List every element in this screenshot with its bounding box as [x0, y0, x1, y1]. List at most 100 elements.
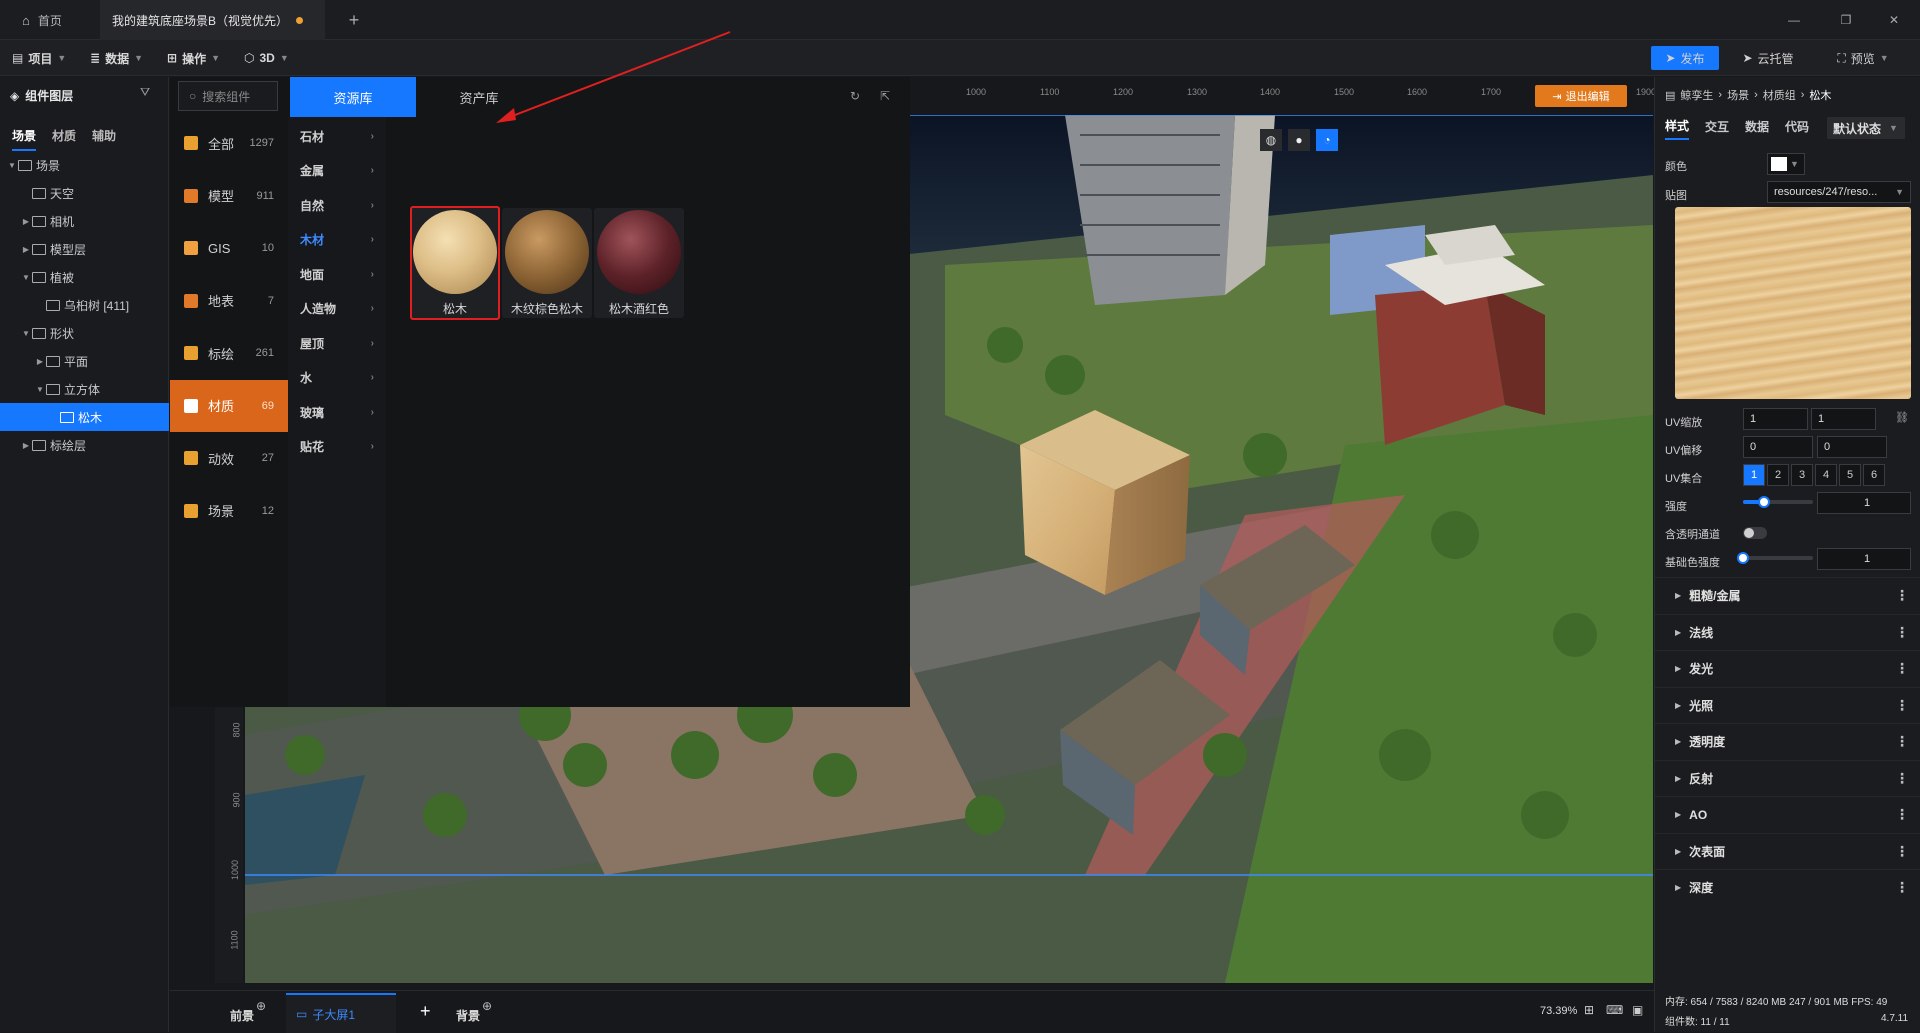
strength-slider-handle[interactable]	[1758, 496, 1770, 508]
screen-tab[interactable]: ▭ 子大屏1	[286, 993, 396, 1033]
publish-button[interactable]: ➤ 发布	[1651, 46, 1719, 70]
tab-data[interactable]: 数据	[1745, 118, 1769, 139]
layer-tree-item[interactable]: ▼ 立方体	[0, 375, 169, 403]
layer-tab-assist[interactable]: 辅助	[92, 127, 116, 144]
expand-arrow-icon[interactable]: ▶	[34, 357, 46, 366]
expand-arrow-icon[interactable]: ▶	[20, 441, 32, 450]
material-card[interactable]: 松木酒红色	[594, 208, 684, 318]
base-strength-slider[interactable]	[1737, 552, 1813, 564]
more-icon[interactable]: ⋮	[1895, 843, 1909, 860]
layer-tree-item[interactable]: 天空	[0, 179, 169, 207]
base-strength-input[interactable]: 1	[1817, 548, 1911, 570]
tab-code[interactable]: 代码	[1785, 118, 1809, 139]
breadcrumb-item[interactable]: 材质组	[1763, 87, 1796, 103]
subcategory-item[interactable]: 贴花 ›	[288, 430, 386, 464]
uv-scale-x-input[interactable]: 1	[1743, 408, 1808, 430]
more-icon[interactable]: ⋮	[1895, 587, 1909, 604]
terminal-icon[interactable]: ▣	[1632, 1003, 1643, 1017]
tab-home[interactable]: ⌂ 首页	[10, 0, 85, 40]
layer-tree-item[interactable]: ▶ 相机	[0, 207, 169, 235]
more-icon[interactable]: ⋮	[1895, 879, 1909, 896]
uv-set-button[interactable]: 6	[1863, 464, 1885, 486]
property-section[interactable]: ▶ AO ⋮	[1655, 796, 1920, 832]
exit-edit-button[interactable]: ⇥ 退出编辑	[1535, 85, 1627, 107]
property-section[interactable]: ▶ 深度 ⋮	[1655, 869, 1920, 905]
uv-scale-y-input[interactable]: 1	[1811, 408, 1876, 430]
fit-icon[interactable]: ⊞	[1584, 1003, 1594, 1017]
texture-select[interactable]: resources/247/reso... ▼	[1767, 181, 1911, 203]
property-section[interactable]: ▶ 光照 ⋮	[1655, 686, 1920, 723]
property-section[interactable]: ▶ 透明度 ⋮	[1655, 723, 1920, 759]
expand-arrow-icon[interactable]: ▼	[20, 273, 32, 282]
background-label[interactable]: 背景	[456, 1007, 480, 1024]
strength-input[interactable]: 1	[1817, 492, 1911, 514]
add-screen-icon[interactable]: +	[420, 1001, 431, 1022]
menu-data[interactable]: ≣ 数据 ▼	[90, 40, 143, 76]
sphere-icon[interactable]: ●	[1288, 129, 1310, 151]
layer-tree-item[interactable]: 乌桕树 [411]	[0, 291, 169, 319]
filter-icon[interactable]: ⛛	[140, 85, 150, 100]
menu-3d[interactable]: ⬡ 3D ▼	[244, 40, 289, 76]
layer-tree-item[interactable]: ▼ 植被	[0, 263, 169, 291]
more-icon[interactable]: ⋮	[1895, 624, 1909, 641]
layer-tree-item[interactable]: ▶ 标绘层	[0, 431, 169, 459]
property-section[interactable]: ▶ 反射 ⋮	[1655, 759, 1920, 796]
uv-offset-y-input[interactable]: 0	[1817, 436, 1887, 458]
preview-button[interactable]: ⛶ 预览 ▼	[1818, 46, 1908, 70]
state-select[interactable]: 默认状态 ▼	[1827, 117, 1905, 139]
uv-set-button[interactable]: 5	[1839, 464, 1861, 486]
tab-interaction[interactable]: 交互	[1705, 118, 1729, 139]
menu-project[interactable]: ▤ 项目 ▼	[12, 40, 66, 76]
more-icon[interactable]: ⋮	[1895, 660, 1909, 677]
uv-set-button[interactable]: 4	[1815, 464, 1837, 486]
strength-slider[interactable]	[1743, 496, 1813, 508]
layer-tab-scene[interactable]: 场景	[12, 127, 37, 151]
property-section[interactable]: ▶ 次表面 ⋮	[1655, 832, 1920, 869]
orbit-icon[interactable]: ◔	[1316, 129, 1338, 151]
property-section[interactable]: ▶ 发光 ⋮	[1655, 650, 1920, 686]
new-tab-plus-icon[interactable]: +	[342, 8, 366, 32]
alpha-channel-toggle[interactable]	[1743, 527, 1767, 539]
foreground-label[interactable]: 前景	[230, 1007, 254, 1024]
close-icon[interactable]: ✕	[1866, 0, 1920, 40]
more-icon[interactable]: ⋮	[1895, 697, 1909, 714]
expand-arrow-icon[interactable]: ▼	[34, 385, 46, 394]
uv-offset-x-input[interactable]: 0	[1743, 436, 1813, 458]
uv-set-button[interactable]: 3	[1791, 464, 1813, 486]
layer-tree-item[interactable]: 松木	[0, 403, 169, 431]
expand-arrow-icon[interactable]: ▶	[20, 245, 32, 254]
more-icon[interactable]: ⋮	[1895, 733, 1909, 750]
layer-tree-item[interactable]: ▶ 模型层	[0, 235, 169, 263]
expand-arrow-icon[interactable]: ▼	[6, 161, 18, 170]
material-card[interactable]: 松木	[410, 206, 500, 320]
add-background-icon[interactable]: ⊕	[482, 999, 492, 1013]
property-section[interactable]: ▶ 法线 ⋮	[1655, 613, 1920, 650]
expand-arrow-icon[interactable]: ▼	[20, 329, 32, 338]
layer-tab-material[interactable]: 材质	[52, 127, 76, 144]
cloud-host-button[interactable]: ➤ 云托管	[1730, 46, 1806, 70]
uv-set-button[interactable]: 1	[1743, 464, 1765, 486]
minimize-icon[interactable]: —	[1766, 0, 1822, 40]
subcategory-item[interactable]: 玻璃 ›	[288, 395, 386, 429]
material-card[interactable]: 木纹棕色松木	[502, 208, 592, 318]
layer-tree-item[interactable]: ▼ 形状	[0, 319, 169, 347]
property-section[interactable]: ▶ 粗糙/金属 ⋮	[1655, 577, 1920, 613]
breadcrumb-item[interactable]: 场景	[1727, 87, 1749, 103]
uv-set-button[interactable]: 2	[1767, 464, 1789, 486]
more-icon[interactable]: ⋮	[1895, 806, 1909, 823]
base-strength-slider-handle[interactable]	[1737, 552, 1749, 564]
more-icon[interactable]: ⋮	[1895, 770, 1909, 787]
color-picker[interactable]: ▼	[1767, 153, 1805, 175]
keyboard-icon[interactable]: ⌨	[1606, 1003, 1623, 1017]
globe-icon[interactable]: ◍	[1260, 129, 1282, 151]
layer-tree-item[interactable]: ▶ 平面	[0, 347, 169, 375]
tab-style[interactable]: 样式	[1665, 117, 1690, 140]
menu-operate[interactable]: ⊞ 操作 ▼	[167, 40, 220, 76]
tab-scene[interactable]: 我的建筑底座场景B（视觉优先）	[100, 0, 325, 40]
link-icon[interactable]: ⛓	[1895, 411, 1909, 424]
add-foreground-icon[interactable]: ⊕	[256, 999, 266, 1013]
expand-arrow-icon[interactable]: ▶	[20, 217, 32, 226]
properties-panel: ▤ 鲸孪生 › 场景 › 材质组 › 松木 样式 交互 数据 代码 默认状态 ▼ 颜色…	[1654, 77, 1920, 1032]
breadcrumb-item[interactable]: 鲸孪生	[1680, 87, 1713, 103]
layer-tree-item[interactable]: ▼ 场景	[0, 151, 169, 179]
